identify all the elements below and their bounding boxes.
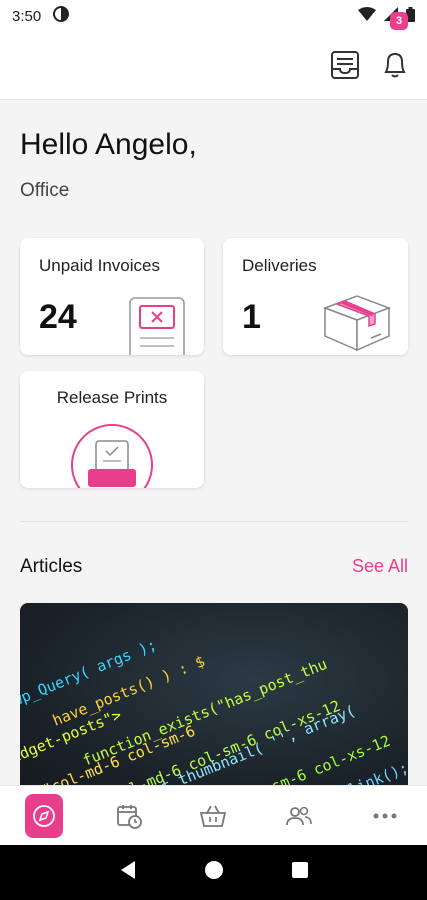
deliveries-count: 1 — [242, 298, 261, 336]
package-box-icon — [319, 290, 395, 355]
release-prints-label: Release Prints — [56, 388, 168, 407]
article-card[interactable]: wp_Query( args ); have_posts() ) : $ fun… — [20, 603, 408, 793]
bottom-navigation — [0, 785, 427, 845]
system-navigation-bar — [0, 845, 427, 900]
nav-basket-icon[interactable] — [191, 794, 235, 838]
deliveries-card[interactable]: Deliveries 1 — [223, 238, 408, 355]
nav-home-compass-icon[interactable] — [25, 794, 63, 838]
location-label: Office — [20, 180, 70, 201]
back-icon[interactable] — [119, 860, 137, 885]
unpaid-invoices-label: Unpaid Invoices — [39, 256, 160, 275]
see-all-link[interactable]: See All — [352, 556, 408, 577]
wifi-icon — [358, 7, 376, 25]
greeting-title: Hello Angelo, — [20, 128, 197, 161]
printer-tray-icon — [70, 423, 154, 488]
notification-badge: 3 — [390, 12, 408, 30]
unpaid-invoices-card[interactable]: Unpaid Invoices 24 — [20, 238, 204, 355]
inbox-icon[interactable] — [330, 50, 360, 80]
nav-calendar-clock-icon[interactable] — [107, 794, 151, 838]
nav-more-icon[interactable] — [363, 794, 407, 838]
status-bar: 3:50 — [0, 0, 427, 32]
unpaid-invoices-count: 24 — [39, 298, 77, 336]
home-icon[interactable] — [204, 860, 224, 885]
data-saver-icon — [53, 6, 70, 26]
deliveries-label: Deliveries — [242, 256, 317, 275]
articles-heading: Articles — [20, 556, 83, 577]
release-prints-card[interactable]: Release Prints — [20, 371, 204, 488]
nav-people-icon[interactable] — [277, 794, 321, 838]
app-header — [0, 32, 427, 100]
section-divider — [20, 521, 408, 522]
notifications-bell-icon[interactable] — [378, 46, 412, 82]
invoice-illustration-icon — [128, 296, 188, 355]
recents-icon[interactable] — [291, 861, 309, 884]
status-time: 3:50 — [12, 7, 42, 25]
